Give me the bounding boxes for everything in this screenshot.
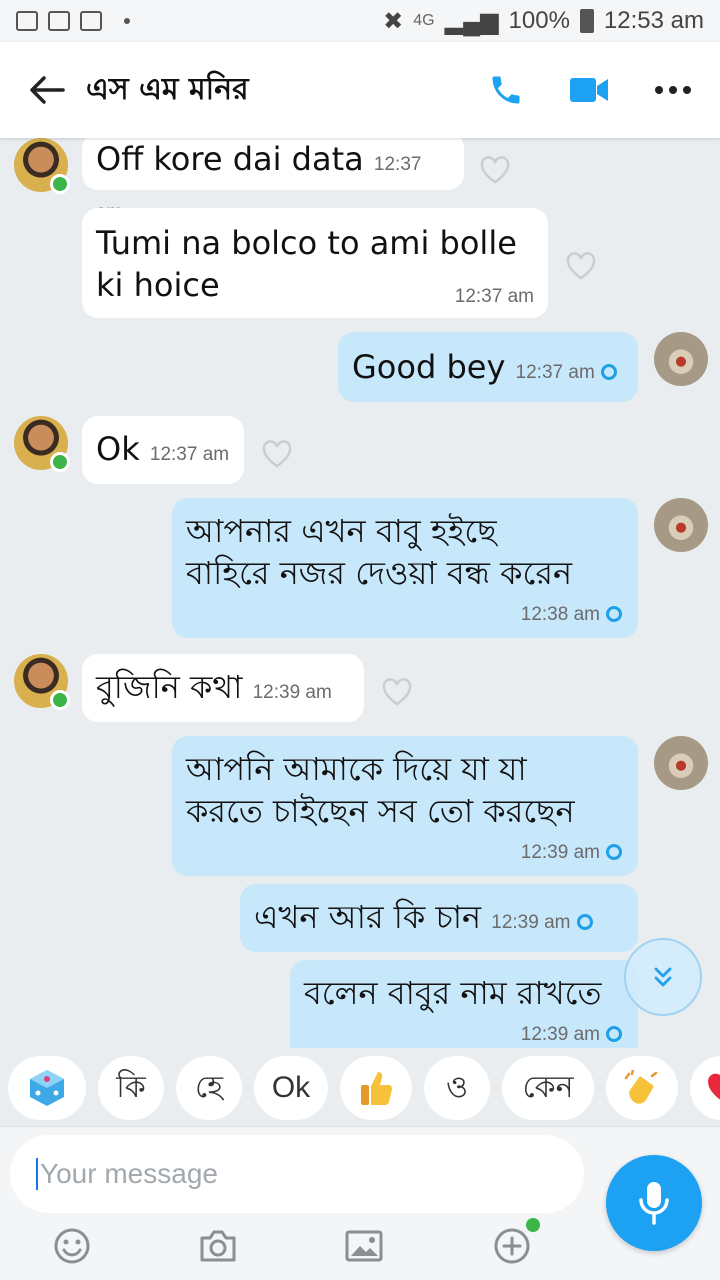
message-text-line: Tumi na bolco to ami bolle — [96, 224, 517, 262]
back-button[interactable] — [24, 67, 70, 113]
message-time: 12:39 am — [491, 912, 571, 933]
camera-icon — [200, 1230, 236, 1262]
thumbs-up-icon — [361, 1072, 392, 1105]
message-time: 12:37 am — [454, 286, 534, 307]
sent-status-icon — [576, 914, 593, 930]
message-time: 12:39 am — [520, 842, 600, 863]
message-text: বুজিনি কথা — [96, 668, 243, 706]
network-type: 4G — [413, 12, 435, 29]
sent-status-icon — [606, 606, 622, 622]
quick-reply-chip[interactable]: কেন — [502, 1056, 594, 1120]
camera-button[interactable] — [198, 1226, 238, 1266]
message-text: Good bey — [352, 348, 506, 386]
my-avatar[interactable] — [654, 736, 708, 790]
message-bubble-incoming[interactable]: Ok 12:37 am — [82, 416, 244, 484]
heart-icon[interactable] — [480, 156, 510, 184]
sent-status-icon — [600, 364, 617, 380]
contact-avatar[interactable] — [14, 138, 70, 194]
message-input-container[interactable] — [10, 1135, 584, 1213]
clapping-hands-icon — [624, 1070, 658, 1104]
contact-avatar[interactable] — [14, 654, 70, 710]
more-notifications-icon — [124, 18, 130, 24]
message-text: বলেন বাবুর নাম রাখতে — [304, 974, 602, 1012]
battery-percent: 100% — [508, 7, 570, 34]
quick-reply-chip[interactable]: হে — [176, 1056, 242, 1120]
online-indicator — [50, 690, 70, 710]
quick-reply-chip[interactable]: Ok — [254, 1056, 328, 1120]
quick-reply-dice[interactable] — [8, 1056, 86, 1120]
battery-icon — [579, 9, 594, 33]
emoji-button[interactable] — [52, 1226, 92, 1266]
status-bar: ✖ 4G ▂▄▆ 100% 12:53 am — [0, 0, 720, 42]
heart-icon — [708, 1073, 720, 1100]
scroll-to-bottom-button[interactable] — [624, 938, 702, 1016]
message-text-line: বাহিরে নজর দেওয়া বন্ধ করেন — [186, 554, 573, 592]
contact-name[interactable]: এস এম মনির — [86, 65, 249, 116]
quick-reply-heart[interactable] — [690, 1056, 720, 1120]
online-indicator — [50, 174, 70, 194]
message-time: 12:37 am — [149, 444, 230, 465]
heart-icon[interactable] — [566, 252, 596, 280]
heart-icon[interactable] — [382, 678, 412, 706]
chat-header: এস এম মনির — [0, 42, 720, 138]
apps-notification-icon — [80, 11, 102, 31]
quick-reply-chip[interactable]: কি — [98, 1056, 164, 1120]
microphone-icon — [639, 1182, 669, 1225]
message-bubble-incoming[interactable]: Tumi na bolco to ami bolle ki hoice 12:3… — [82, 208, 548, 318]
message-bubble-incoming[interactable]: Off kore dai data 12:37 am — [82, 138, 464, 223]
message-time: 12:39 am — [520, 1024, 600, 1045]
plus-circle-icon — [494, 1228, 530, 1264]
phone-icon — [492, 76, 520, 104]
message-input[interactable] — [36, 1158, 556, 1190]
message-bubble-outgoing[interactable]: এখন আর কি চান 12:39 am — [240, 884, 638, 952]
more-options-icon — [655, 86, 691, 94]
contact-avatar[interactable] — [14, 416, 70, 472]
my-avatar[interactable] — [654, 332, 708, 386]
dice-icon — [30, 1070, 64, 1106]
voice-call-button[interactable] — [488, 72, 524, 108]
message-text-line: ki hoice — [96, 266, 220, 304]
voice-message-button[interactable] — [606, 1155, 702, 1251]
signal-icon: ▂▄▆ — [444, 7, 499, 35]
online-indicator — [50, 452, 70, 472]
message-text: এখন আর কি চান — [254, 898, 482, 936]
message-text-line: আপনি আমাকে দিয়ে যা যা — [186, 750, 527, 788]
quick-reply-bar[interactable]: কি হে Ok ও কেন — [0, 1050, 720, 1126]
book-notification-icon — [48, 11, 70, 31]
message-text: Ok — [96, 430, 140, 468]
double-chevron-down-icon — [654, 967, 672, 987]
image-icon — [345, 1230, 383, 1262]
message-bubble-outgoing[interactable]: আপনার এখন বাবু হইছে বাহিরে নজর দেওয়া বন… — [172, 498, 638, 638]
message-time: 12:38 am — [520, 604, 600, 625]
quick-reply-thumbs-up[interactable] — [340, 1056, 412, 1120]
add-attachment-button[interactable] — [492, 1226, 532, 1266]
video-camera-icon — [570, 78, 608, 102]
message-text-line: আপনার এখন বাবু হইছে — [186, 512, 497, 550]
mute-icon: ✖ — [383, 7, 404, 35]
sent-status-icon — [606, 1026, 622, 1042]
message-bubble-incoming[interactable]: বুজিনি কথা 12:39 am — [82, 654, 364, 722]
more-options-button[interactable] — [654, 85, 692, 95]
heart-icon[interactable] — [262, 440, 292, 468]
quick-reply-chip[interactable]: ও — [424, 1056, 490, 1120]
smiley-icon — [54, 1228, 90, 1264]
gallery-button[interactable] — [344, 1226, 384, 1266]
message-bubble-outgoing[interactable]: আপনি আমাকে দিয়ে যা যা করতে চাইছেন সব তো… — [172, 736, 638, 876]
message-time: 12:39 am — [252, 682, 332, 703]
message-time: 12:37 am — [515, 362, 595, 383]
back-arrow-icon — [30, 76, 65, 104]
video-call-button[interactable] — [570, 76, 608, 104]
my-avatar[interactable] — [654, 498, 708, 552]
gallery-notification-icon — [16, 11, 38, 31]
message-bubble-outgoing[interactable]: বলেন বাবুর নাম রাখতে 12:39 am — [290, 960, 638, 1048]
new-feature-indicator — [526, 1218, 540, 1232]
message-bubble-outgoing[interactable]: Good bey 12:37 am — [338, 332, 638, 402]
clock: 12:53 am — [603, 7, 704, 34]
message-text-line: করতে চাইছেন সব তো করছেন — [186, 792, 575, 830]
message-text: Off kore dai data — [96, 140, 364, 178]
quick-reply-clap[interactable] — [606, 1056, 678, 1120]
message-list[interactable]: Off kore dai data 12:37 am Tumi na bolco… — [0, 138, 720, 1048]
sent-status-icon — [606, 844, 622, 860]
